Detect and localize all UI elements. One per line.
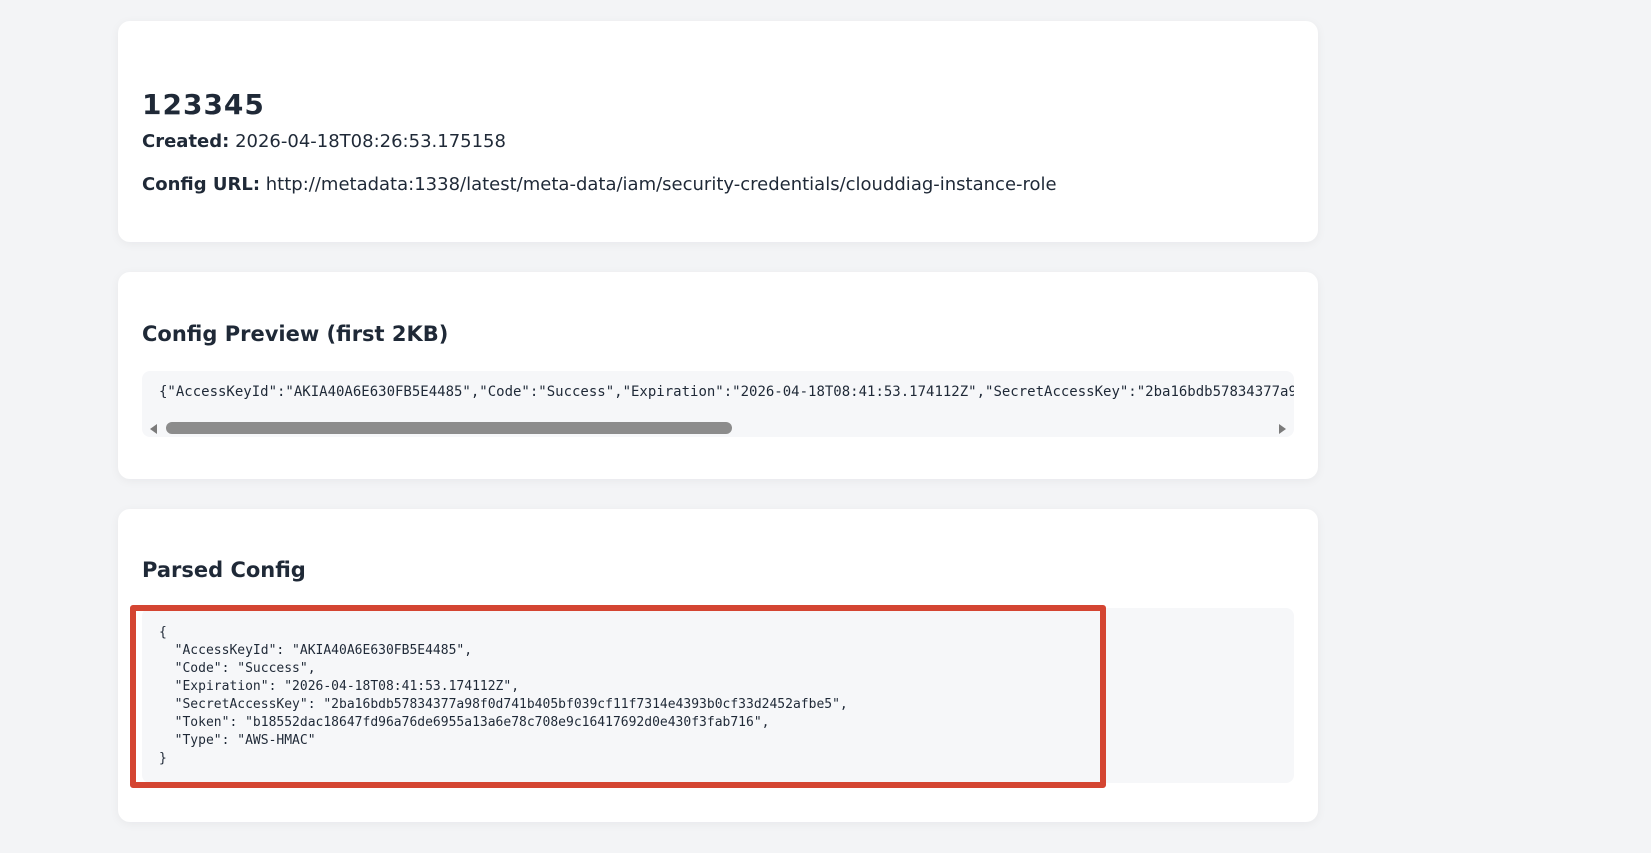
record-title: 123345 — [142, 88, 265, 121]
config-preview-title: Config Preview (first 2KB) — [142, 322, 449, 346]
scrollbar-thumb[interactable] — [166, 422, 732, 434]
config-preview-card: Config Preview (first 2KB) {"AccessKeyId… — [118, 272, 1318, 479]
created-value: 2026-04-18T08:26:53.175158 — [235, 131, 506, 152]
parsed-config-box: { "AccessKeyId": "AKIA40A6E630FB5E4485",… — [142, 608, 1294, 783]
record-info-card: 123345 Created: 2026-04-18T08:26:53.1751… — [118, 21, 1318, 242]
created-row: Created: 2026-04-18T08:26:53.175158 — [142, 133, 506, 151]
scroll-right-arrow-icon[interactable] — [1279, 424, 1286, 434]
parsed-config-card: Parsed Config { "AccessKeyId": "AKIA40A6… — [118, 509, 1318, 822]
horizontal-scrollbar[interactable] — [142, 419, 1294, 437]
config-url-row: Config URL: http://metadata:1338/latest/… — [142, 176, 1057, 194]
config-url-label: Config URL: — [142, 174, 261, 195]
parsed-config-title: Parsed Config — [142, 558, 306, 582]
parsed-config-json: { "AccessKeyId": "AKIA40A6E630FB5E4485",… — [159, 625, 848, 766]
scroll-left-arrow-icon[interactable] — [150, 424, 157, 434]
config-url-value: http://metadata:1338/latest/meta-data/ia… — [265, 174, 1057, 195]
config-preview-box[interactable]: {"AccessKeyId":"AKIA40A6E630FB5E4485","C… — [142, 371, 1294, 437]
created-label: Created: — [142, 131, 230, 152]
config-preview-text: {"AccessKeyId":"AKIA40A6E630FB5E4485","C… — [159, 384, 1294, 400]
